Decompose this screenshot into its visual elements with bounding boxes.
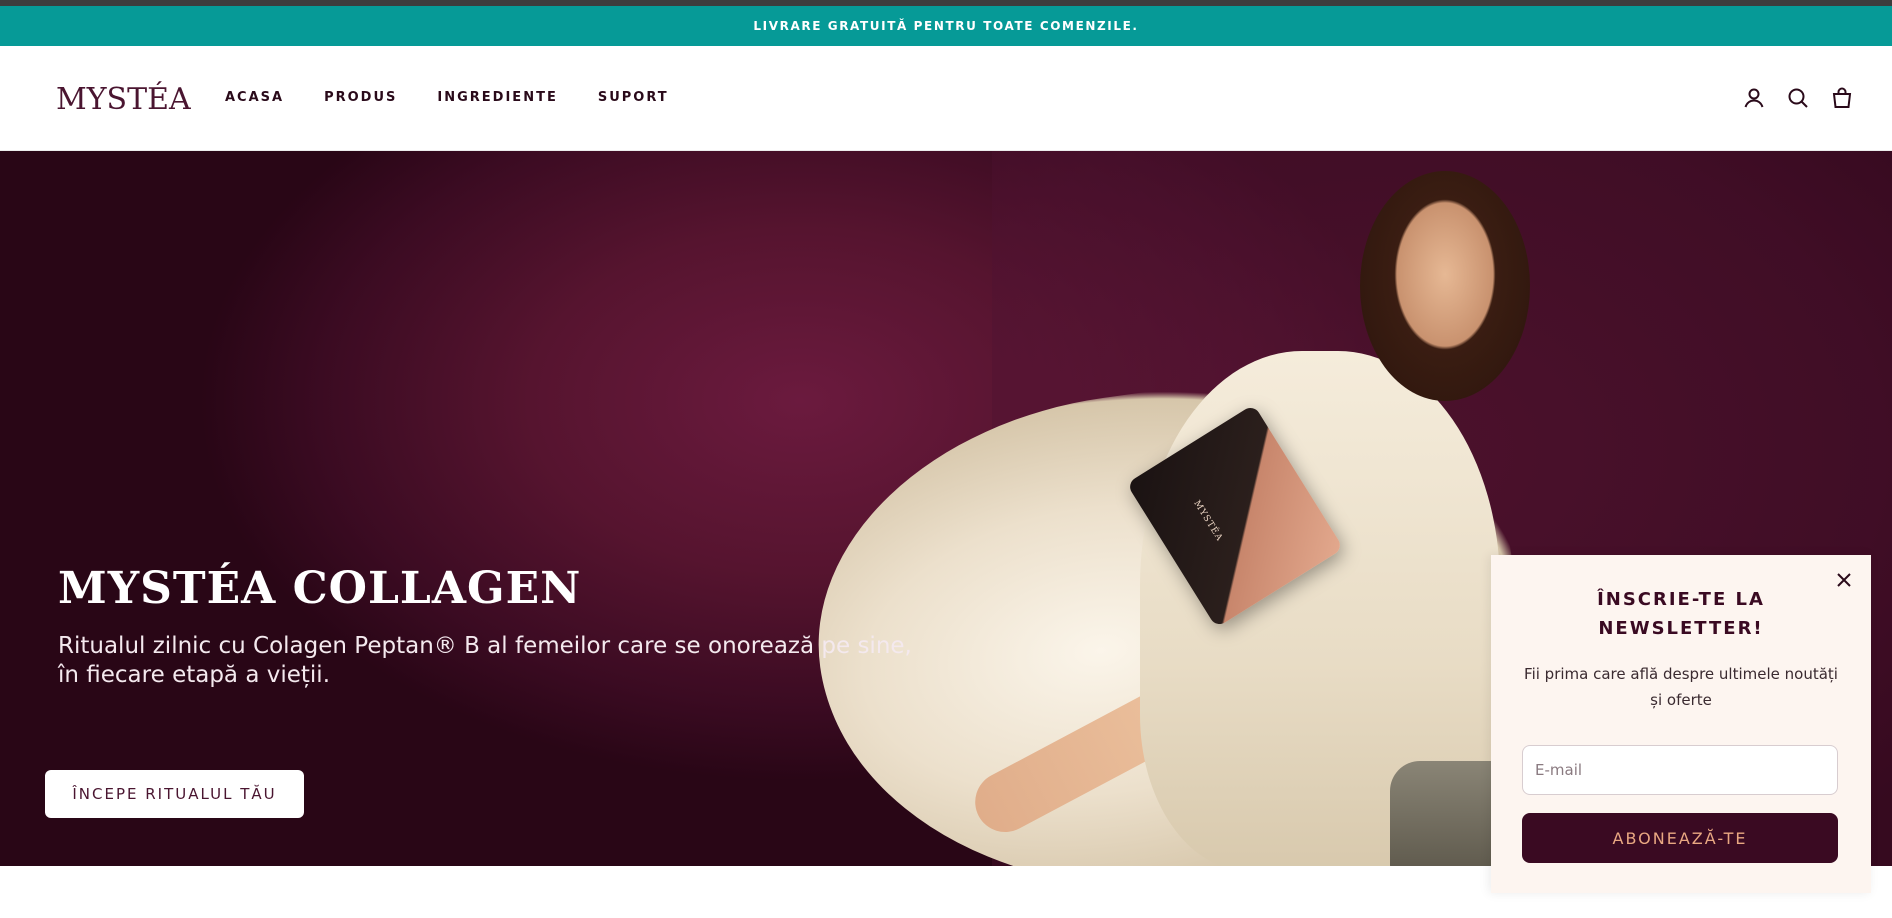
newsletter-description: Fii prima care află despre ultimele nout… bbox=[1524, 665, 1838, 709]
hero-cta-button[interactable]: ÎNCEPE RITUALUL TĂU bbox=[45, 770, 304, 818]
subscribe-button[interactable]: ABONEAZĂ-TE bbox=[1522, 813, 1838, 863]
menu-item-ingrediente[interactable]: INGREDIENTE bbox=[437, 90, 557, 105]
menu-item-acasa[interactable]: ACASA bbox=[225, 90, 284, 105]
newsletter-popup: ÎNSCRIE-TE LA NEWSLETTER! Fii prima care… bbox=[1491, 555, 1871, 893]
newsletter-title-line2: NEWSLETTER! bbox=[1598, 618, 1764, 639]
newsletter-title: ÎNSCRIE-TE LA NEWSLETTER! bbox=[1491, 585, 1871, 643]
hero-subtitle: Ritualul zilnic cu Colagen Peptan® B al … bbox=[58, 633, 912, 688]
hero-title: MYSTÉA COLLAGEN bbox=[58, 563, 582, 614]
account-icon[interactable] bbox=[1742, 86, 1766, 110]
site-header: MYSTÉA ACASA PRODUS INGREDIENTE SUPORT bbox=[0, 46, 1892, 151]
search-icon[interactable] bbox=[1786, 86, 1810, 110]
announcement-text: LIVRARE GRATUITĂ PENTRU TOATE COMENZILE. bbox=[753, 19, 1139, 33]
menu-item-suport[interactable]: SUPORT bbox=[598, 90, 669, 105]
cart-icon[interactable] bbox=[1830, 86, 1854, 110]
newsletter-title-line1: ÎNSCRIE-TE LA bbox=[1597, 589, 1765, 610]
main-menu: ACASA PRODUS INGREDIENTE SUPORT bbox=[225, 90, 709, 105]
menu-item-produs[interactable]: PRODUS bbox=[324, 90, 397, 105]
product-pack-label: MYSTÉA bbox=[1191, 498, 1225, 544]
brand-logo[interactable]: MYSTÉA bbox=[56, 82, 191, 117]
header-icons bbox=[1742, 86, 1854, 110]
email-field[interactable] bbox=[1522, 745, 1838, 795]
announcement-bar: LIVRARE GRATUITĂ PENTRU TOATE COMENZILE. bbox=[0, 6, 1892, 46]
hero-model-head bbox=[1360, 171, 1530, 401]
